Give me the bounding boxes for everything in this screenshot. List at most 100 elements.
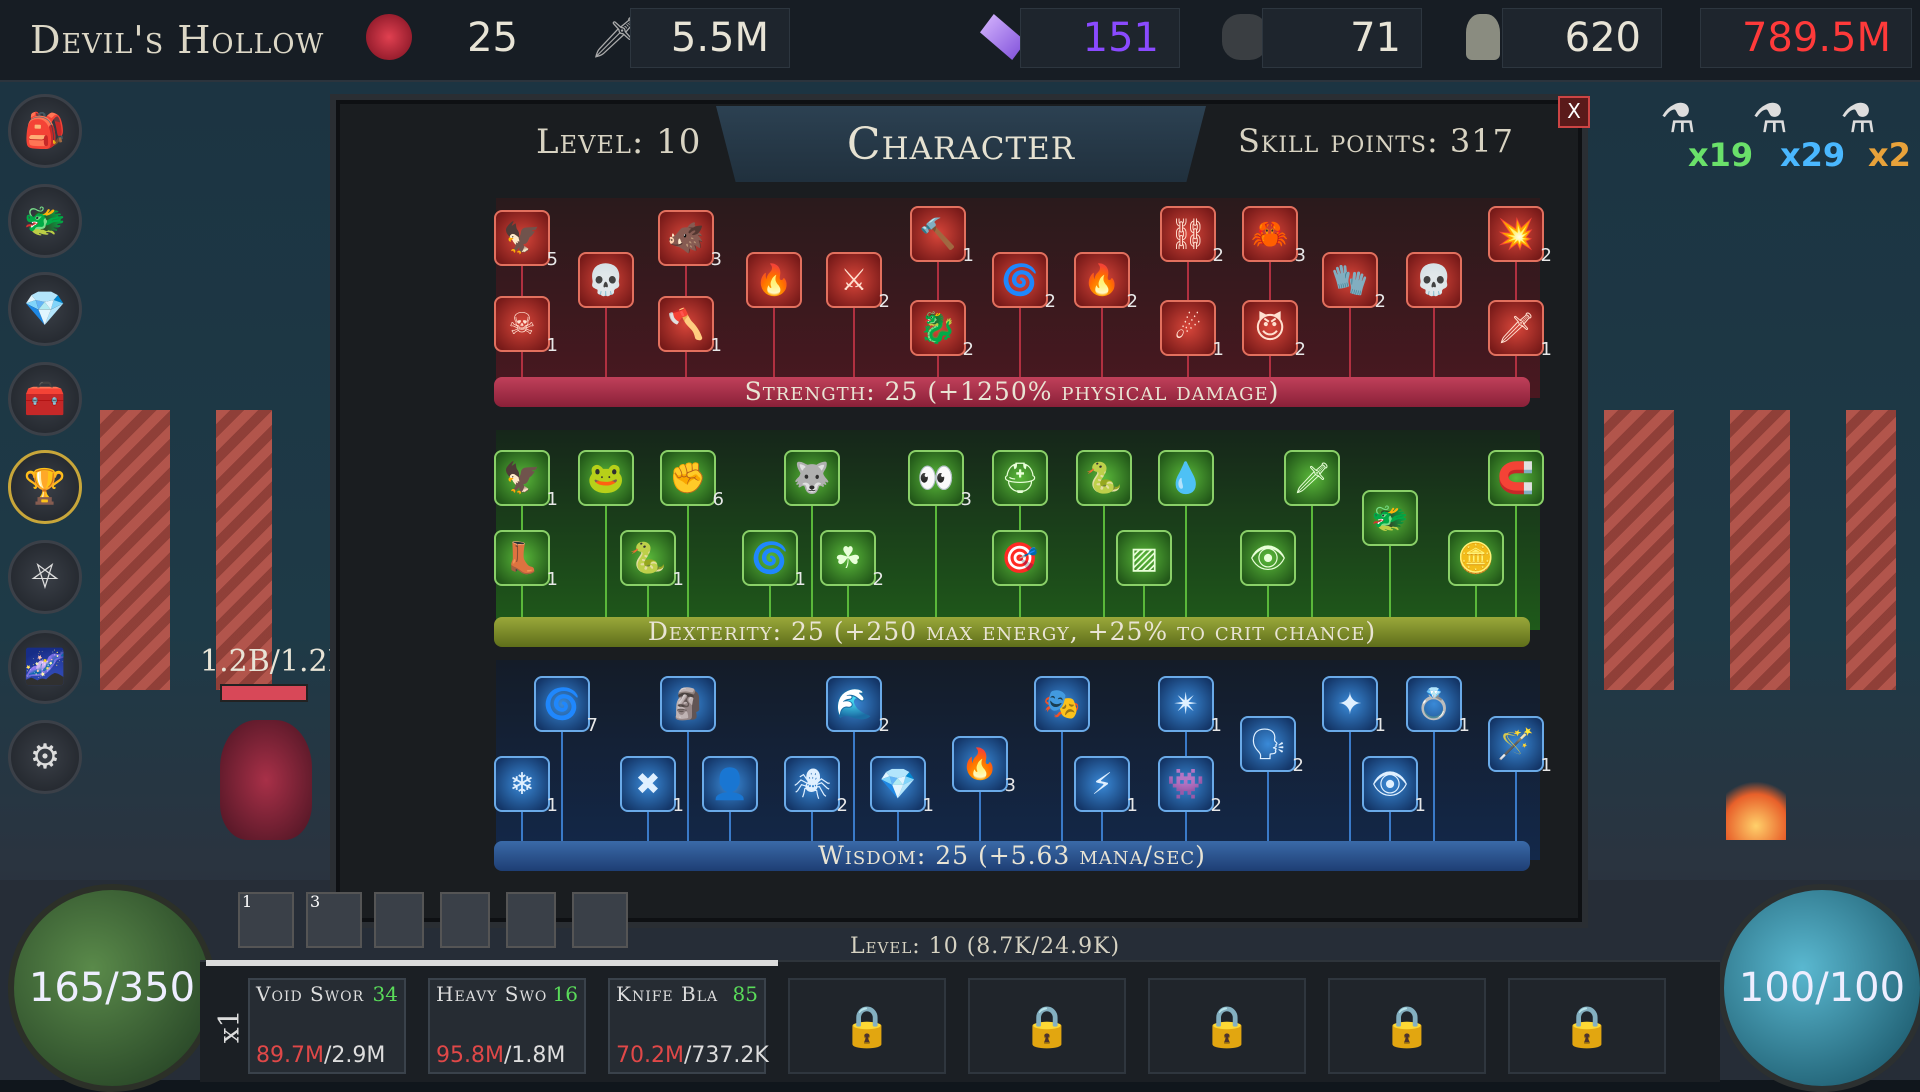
close-button[interactable]: X xyxy=(1558,96,1590,128)
vortex-icon[interactable]: 🌀 1 xyxy=(742,530,806,590)
weapon-slot[interactable]: Knife Bla 85 70.2M/737.2K xyxy=(608,978,769,1074)
fire-swirl-icon[interactable]: 🌀 2 xyxy=(992,252,1056,312)
ore-value: 71 xyxy=(1262,8,1422,68)
pentagram-icon[interactable]: ⛧ xyxy=(8,540,82,614)
skull-icon[interactable]: ☠ 1 xyxy=(494,296,558,356)
skill-level: 7 xyxy=(586,715,598,736)
crystal-creature-icon[interactable]: 💎 xyxy=(8,272,82,346)
ability-slot[interactable] xyxy=(374,892,424,948)
skill-level: 1 xyxy=(1210,715,1222,736)
burst-icon[interactable]: ✴ 1 xyxy=(1158,676,1222,736)
wisdom-bar: Wisdom: 25 (+5.63 mana/sec) xyxy=(494,841,1530,871)
weapon-cost: 89.7M xyxy=(256,1043,324,1068)
armor-skull-icon[interactable]: 💀 xyxy=(1406,252,1462,308)
enemy-hp-bar xyxy=(220,684,308,702)
axe-icon[interactable]: 🪓 1 xyxy=(658,296,722,356)
crystal-icon[interactable]: 💎 1 xyxy=(870,756,934,816)
drop-icon[interactable]: 💧 xyxy=(1158,450,1214,506)
winged-sword-icon[interactable]: 🗡 1 xyxy=(1488,300,1552,360)
ability-slot[interactable] xyxy=(440,892,490,948)
mace-icon[interactable]: 🔨 1 xyxy=(910,206,974,266)
skill-connector xyxy=(853,726,855,842)
blade-slash-icon[interactable]: ⚔ 2 xyxy=(826,252,890,312)
snowflake-icon[interactable]: ❄ 1 xyxy=(494,756,558,816)
skill-level: 1 xyxy=(672,569,684,590)
weapon-slot[interactable]: Heavy Swo 16 95.8M/1.8M xyxy=(428,978,586,1074)
green-potion-icon[interactable]: ⚗ x19 xyxy=(1660,96,1753,174)
snake-icon[interactable]: 🐍 1 xyxy=(620,530,684,590)
gargoyle-icon[interactable]: 🐲 xyxy=(8,184,82,258)
beast-icon[interactable]: 🐗 3 xyxy=(658,210,722,270)
weapon-slot[interactable]: Void Swor 34 89.7M/2.9M xyxy=(248,978,406,1074)
horseshoe-icon[interactable]: 🧲 xyxy=(1488,450,1544,506)
wave-icon[interactable]: 🌊 2 xyxy=(826,676,890,736)
skill-level: 1 xyxy=(1540,755,1552,776)
campfire-icon[interactable]: 🔥 2 xyxy=(1074,252,1138,312)
fist-icon[interactable]: ✊ 6 xyxy=(660,450,724,510)
dragon-icon[interactable]: 🐉 2 xyxy=(910,300,974,360)
griffin-icon[interactable]: 🦅 5 xyxy=(494,210,558,270)
poison-icon[interactable]: ☘ 2 xyxy=(820,530,884,590)
lightning-icon[interactable]: ⚡ 1 xyxy=(1074,756,1138,816)
mask-icon[interactable]: 🎭 xyxy=(1034,676,1090,732)
fire-gauntlet-icon[interactable]: 🧤 2 xyxy=(1322,252,1386,312)
locked-slot-lock-icon[interactable]: 🔒 xyxy=(788,978,946,1074)
serpent-icon[interactable]: 🐍 xyxy=(1076,450,1132,506)
galaxy-icon[interactable]: 🌌 xyxy=(8,630,82,704)
meteor-icon[interactable]: ☄ 1 xyxy=(1160,300,1224,360)
grail-icon[interactable]: 🏆 xyxy=(8,450,82,524)
ability-slot[interactable] xyxy=(572,892,628,948)
locked-slot-lock-icon[interactable]: 🔒 xyxy=(1508,978,1666,1074)
ability-slot[interactable]: 1 xyxy=(238,892,294,948)
hood-icon[interactable]: 👤 xyxy=(702,756,758,812)
chain-icon[interactable]: ⛓ 2 xyxy=(1160,206,1224,266)
dragon-head-icon[interactable]: 🐲 xyxy=(1362,490,1418,546)
gear-icon[interactable]: ⚙ xyxy=(8,720,82,794)
dagger-icon[interactable]: 🗡 xyxy=(1284,450,1340,506)
flame-shield-icon[interactable]: 🔥 xyxy=(746,252,802,308)
skill-connector xyxy=(935,500,937,618)
weapon-cost-damage: 95.8M/1.8M xyxy=(436,1043,565,1068)
spiral-icon[interactable]: 🌀 7 xyxy=(534,676,598,736)
frog-icon[interactable]: 🐸 xyxy=(578,450,634,506)
ability-slot[interactable]: 3 xyxy=(306,892,362,948)
cross-shield-icon[interactable]: ✖ 1 xyxy=(620,756,684,816)
locked-slot-lock-icon[interactable]: 🔒 xyxy=(968,978,1126,1074)
ring-icon[interactable]: 💍 1 xyxy=(1406,676,1470,736)
skill-connector xyxy=(1061,726,1063,842)
explosion-icon[interactable]: 💥 2 xyxy=(1488,206,1552,266)
demon-icon[interactable]: 😈 2 xyxy=(1242,300,1306,360)
skill-level: 2 xyxy=(836,795,848,816)
chest-icon[interactable]: 🧰 xyxy=(8,362,82,436)
face-icon[interactable]: 👾 2 xyxy=(1158,756,1222,816)
wand-icon[interactable]: 🪄 1 xyxy=(1488,716,1552,776)
claw-icon[interactable]: 🦀 3 xyxy=(1242,206,1306,266)
eye-orb-icon[interactable]: 👁 1 xyxy=(1362,756,1426,816)
golem-icon[interactable]: 🗿 xyxy=(660,676,716,732)
eyes-icon[interactable]: 👀 3 xyxy=(908,450,972,510)
bag-icon[interactable]: 🎒 xyxy=(8,94,82,168)
multiplier-toggle[interactable]: x1 xyxy=(212,1010,245,1044)
vortex-purple-icon[interactable]: ✦ 1 xyxy=(1322,676,1386,736)
skull-bones-icon[interactable]: 💀 xyxy=(578,252,634,308)
red-potion-icon[interactable]: ⚗ x2 xyxy=(1840,96,1911,174)
weapon-damage: /1.8M xyxy=(503,1043,566,1068)
locked-slot-lock-icon[interactable]: 🔒 xyxy=(1148,978,1306,1074)
ability-slot[interactable] xyxy=(506,892,556,948)
boot-icon[interactable]: 👢 1 xyxy=(494,530,558,590)
wolf-icon[interactable]: 🐺 xyxy=(784,450,840,506)
scratch-icon[interactable]: ▨ xyxy=(1116,530,1172,586)
coins-icon[interactable]: 🪙 xyxy=(1448,530,1504,586)
head-icon[interactable]: 🗣 2 xyxy=(1240,716,1304,776)
blue-potion-icon[interactable]: ⚗ x29 xyxy=(1752,96,1845,174)
enemy-demon[interactable] xyxy=(220,720,312,840)
weapon-cost-damage: 89.7M/2.9M xyxy=(256,1043,385,1068)
helm-icon[interactable]: ⛑ xyxy=(992,450,1048,506)
blue-flame-icon[interactable]: 🔥 3 xyxy=(952,736,1016,796)
locked-slot-lock-icon[interactable]: 🔒 xyxy=(1328,978,1486,1074)
skill-points: Skill points: 317 xyxy=(1238,122,1514,160)
spider-icon[interactable]: 🕷 2 xyxy=(784,756,848,816)
target-icon[interactable]: 🎯 xyxy=(992,530,1048,586)
eye-shield-icon[interactable]: 👁 xyxy=(1240,530,1296,586)
hawk-icon[interactable]: 🦅 1 xyxy=(494,450,558,510)
